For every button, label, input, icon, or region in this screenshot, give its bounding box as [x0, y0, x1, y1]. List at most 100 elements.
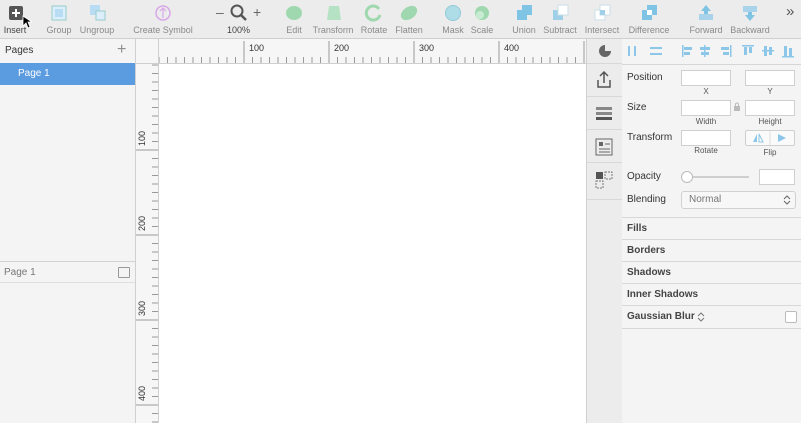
zoom-in-button[interactable]: +: [253, 4, 261, 20]
toolbar-overflow-button[interactable]: »: [786, 3, 794, 20]
transform-button[interactable]: Transform: [310, 3, 356, 37]
scale-icon: [475, 6, 489, 20]
page-list-item[interactable]: Page 1: [0, 63, 135, 85]
edit-button[interactable]: Edit: [282, 3, 306, 37]
width-input[interactable]: [681, 100, 731, 116]
alignment-bar: [622, 39, 801, 65]
transform-icon: [327, 6, 341, 20]
opacity-slider-knob[interactable]: [681, 171, 693, 183]
borders-section[interactable]: Borders: [622, 239, 801, 262]
union-label: Union: [512, 25, 536, 35]
union-icon: [517, 5, 532, 20]
zoom-level: 100%: [227, 25, 251, 35]
opacity-slider-track[interactable]: [684, 176, 749, 178]
ungroup-button[interactable]: Ungroup: [78, 3, 116, 37]
position-x-input[interactable]: [681, 70, 731, 86]
gaussian-blur-title: Gaussian Blur: [627, 311, 695, 322]
chevron-updown-icon[interactable]: [697, 312, 705, 322]
opacity-input[interactable]: [759, 169, 795, 185]
send-backward-icon: [743, 6, 757, 21]
list-card-icon: [595, 138, 613, 156]
flatten-icon: [400, 5, 418, 21]
size-label: Size: [627, 102, 647, 113]
share-icon: [597, 70, 611, 88]
create-symbol-button[interactable]: Create Symbol: [131, 3, 195, 37]
collapse-layers-icon[interactable]: [118, 267, 130, 278]
symbols-button[interactable]: [587, 163, 622, 200]
components-button[interactable]: [587, 130, 622, 163]
group-label: Group: [46, 25, 72, 35]
rotate-icon: [364, 4, 382, 22]
position-y-input[interactable]: [745, 70, 795, 86]
alignment-icons[interactable]: [626, 44, 798, 58]
magnifier-icon[interactable]: [229, 3, 249, 23]
horizontal-ruler: 100 200 300 400: [136, 39, 586, 64]
height-label: Height: [758, 117, 782, 126]
blending-label: Blending: [627, 194, 666, 205]
vertical-ruler: 100 200 300 400: [136, 63, 159, 423]
gaussian-blur-checkbox[interactable]: [785, 311, 797, 323]
mask-button[interactable]: Mask: [440, 3, 466, 37]
pages-title: Pages: [5, 45, 34, 56]
union-button[interactable]: Union: [510, 3, 538, 37]
rotate-button[interactable]: Rotate: [359, 3, 389, 37]
intersect-icon: [594, 4, 611, 21]
group-button[interactable]: Group: [44, 3, 74, 37]
forward-button[interactable]: Forward: [688, 3, 724, 37]
canvas[interactable]: [159, 64, 586, 423]
height-input[interactable]: [745, 100, 795, 116]
layers-button[interactable]: [587, 97, 622, 130]
ruler-label: 300: [419, 43, 435, 53]
edit-shape-icon: [286, 6, 302, 20]
ruler-label: 100: [249, 43, 265, 53]
difference-icon: [642, 5, 657, 20]
inspector-tab-style[interactable]: [587, 39, 622, 64]
intersect-label: Intersect: [584, 25, 620, 35]
rotate-label: Rotate: [694, 146, 718, 155]
ruler-label: 300: [137, 300, 147, 316]
difference-button[interactable]: Difference: [626, 3, 672, 37]
group-icon: [51, 5, 67, 21]
inner-shadows-title: Inner Shadows: [627, 289, 699, 300]
opacity-label: Opacity: [627, 171, 661, 182]
create-symbol-label: Create Symbol: [133, 25, 193, 35]
ungroup-icon: [90, 5, 106, 21]
intersect-button[interactable]: Intersect: [583, 3, 621, 37]
layers-icon: [596, 107, 612, 120]
shadows-title: Shadows: [627, 267, 671, 278]
scale-button[interactable]: Scale: [469, 3, 495, 37]
pages-header: Pages +: [0, 39, 135, 62]
edit-label: Edit: [286, 25, 302, 35]
rotate-input[interactable]: [681, 130, 731, 146]
inner-shadows-section[interactable]: Inner Shadows: [622, 283, 801, 306]
blending-value: Normal: [689, 194, 722, 205]
layer-list-title: Page 1: [4, 267, 36, 278]
add-page-button[interactable]: +: [117, 40, 126, 60]
transform-label: Transform: [627, 132, 673, 143]
width-label: Width: [695, 117, 717, 126]
backward-label: Backward: [730, 25, 770, 35]
fills-section[interactable]: Fills: [622, 217, 801, 240]
y-label: Y: [767, 87, 773, 96]
blending-select[interactable]: Normal: [681, 191, 796, 209]
chevron-updown-icon: [783, 195, 791, 205]
rotate-label: Rotate: [360, 25, 388, 35]
gaussian-blur-section[interactable]: Gaussian Blur: [622, 305, 801, 329]
inspector-panel: Position X Y Size Width Height Transform…: [622, 39, 801, 423]
ruler-label: 200: [137, 215, 147, 231]
zoom-out-button[interactable]: –: [216, 4, 224, 20]
mask-icon: [445, 5, 461, 21]
share-button[interactable]: [587, 64, 622, 97]
lock-icon[interactable]: [733, 102, 741, 112]
ruler-label: 200: [334, 43, 350, 53]
toolbar: Insert Group Ungroup Create Symbol – + 1…: [0, 0, 801, 39]
shadows-section[interactable]: Shadows: [622, 261, 801, 284]
subtract-button[interactable]: Subtract: [541, 3, 579, 37]
flatten-button[interactable]: Flatten: [392, 3, 426, 37]
subtract-label: Subtract: [543, 25, 577, 35]
style-tab-icon: [599, 45, 611, 57]
symbols-grid-icon: [595, 171, 613, 189]
ruler-label: 400: [137, 385, 147, 401]
backward-button[interactable]: Backward: [728, 3, 772, 37]
layer-list-header: Page 1: [0, 262, 135, 283]
